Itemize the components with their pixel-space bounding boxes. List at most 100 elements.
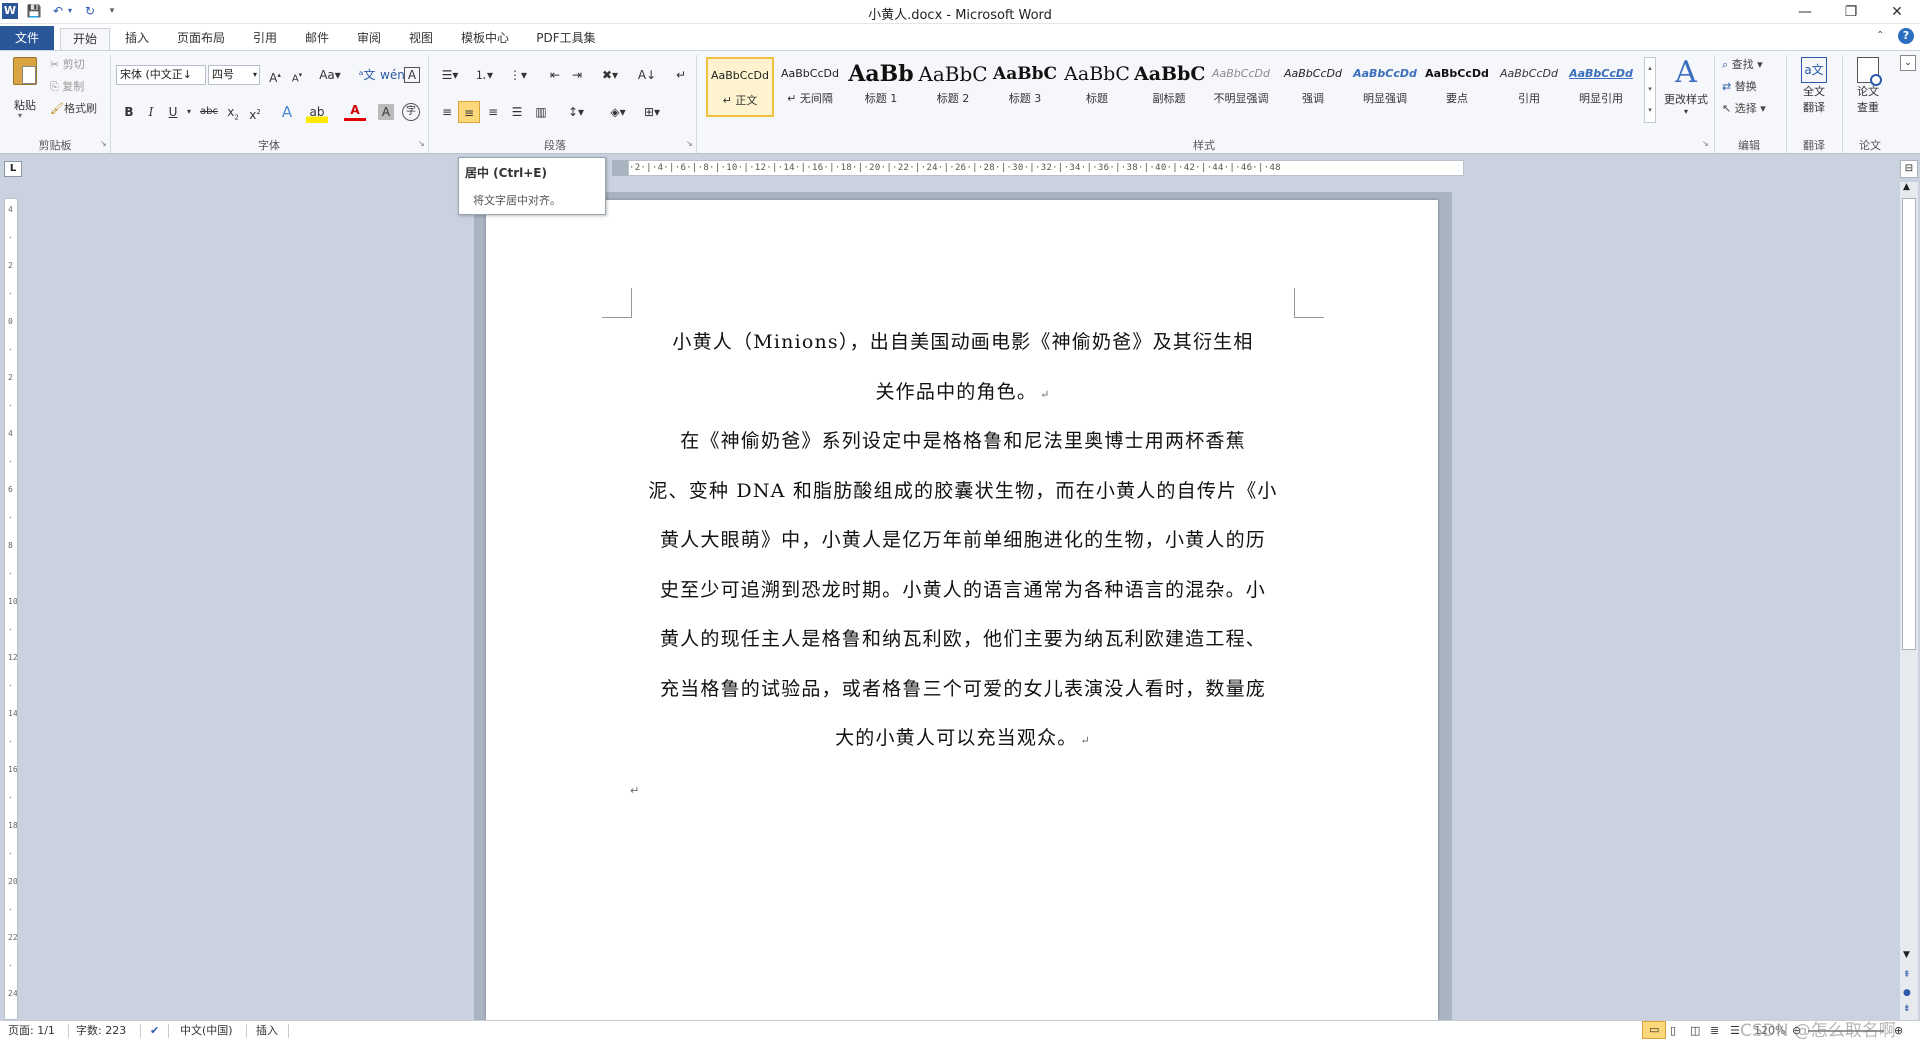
full-text-translate-button[interactable]: a文 全文 翻译	[1792, 57, 1836, 115]
tab-view[interactable]: 视图	[400, 28, 442, 50]
word-count[interactable]: 字数: 223	[70, 1021, 132, 1040]
close-button[interactable]: ✕	[1874, 0, 1920, 24]
font-size-combo[interactable]: 四号 ▾	[208, 65, 260, 85]
tab-references[interactable]: 引用	[244, 28, 286, 50]
select-browse-object-icon[interactable]: ●	[1903, 988, 1911, 998]
subscript-icon[interactable]: x2	[222, 101, 244, 123]
multilevel-list-icon[interactable]: ⋮▾	[504, 64, 532, 86]
align-center-icon[interactable]: ≡	[458, 101, 480, 123]
print-layout-icon[interactable]: ▭	[1642, 1021, 1667, 1039]
language-indicator[interactable]: 中文(中国)	[174, 1021, 239, 1040]
align-right-icon[interactable]: ≡	[482, 101, 504, 123]
text-effects-icon[interactable]: A	[276, 101, 298, 123]
style-8[interactable]: AaBbCcDd 强调	[1278, 57, 1348, 117]
highlight-icon[interactable]: ab	[306, 101, 328, 123]
style-9[interactable]: AaBbCcDd 明显强调	[1350, 57, 1420, 117]
paragraph-launcher-icon[interactable]: ↘	[686, 139, 693, 148]
tab-file[interactable]: 文件	[0, 26, 54, 50]
replace-button[interactable]: ⇄ 替换	[1722, 77, 1757, 97]
vertical-ruler[interactable]: 4·2·0·2·4·6·8·10·12·14·16·18·20·22·24·	[4, 198, 18, 1020]
next-page-icon[interactable]: ⇟	[1903, 1004, 1911, 1014]
pinyin-guide-icon[interactable]: ᵃ文	[356, 64, 378, 86]
tab-selector[interactable]: L	[4, 161, 22, 177]
restore-button[interactable]: ❐	[1828, 0, 1874, 24]
cut-button[interactable]: ✂ 剪切	[50, 55, 85, 75]
document-paragraph[interactable]: 在《神偷奶爸》系列设定中是格格鲁和尼法里奥博士用两杯香蕉 泥、变种 DNA 和脂肪…	[632, 417, 1294, 766]
style-1[interactable]: AaBbCcDd ↵ 无间隔	[776, 57, 844, 117]
show-marks-icon[interactable]: ↵	[670, 64, 692, 86]
decrease-indent-icon[interactable]: ⇤	[544, 64, 566, 86]
tab-pdf-tools[interactable]: PDF工具集	[530, 28, 602, 50]
style-4[interactable]: AaBbC 标题 3	[990, 57, 1060, 117]
style-11[interactable]: AaBbCcDd 引用	[1494, 57, 1564, 117]
grow-font-icon[interactable]: A▴	[264, 64, 286, 86]
style-7[interactable]: AaBbCcDd 不明显强调	[1206, 57, 1276, 117]
paste-dropdown-icon[interactable]: ▾	[18, 111, 22, 120]
proofing-icon[interactable]: ✔	[144, 1021, 165, 1040]
character-shading-icon[interactable]: A	[378, 104, 394, 120]
phonetic-icon[interactable]: wén	[380, 64, 405, 86]
style-10[interactable]: AaBbCcDd 要点	[1422, 57, 1492, 117]
bold-icon[interactable]: B	[118, 101, 140, 123]
style-5[interactable]: AaBbC 标题	[1062, 57, 1132, 117]
ribbon-options-icon[interactable]: ⌄	[1900, 55, 1916, 71]
styles-launcher-icon[interactable]: ↘	[1702, 139, 1709, 148]
borders-icon[interactable]: ⊞▾	[638, 101, 666, 123]
justify-icon[interactable]: ☰	[506, 101, 528, 123]
help-icon[interactable]: ?	[1898, 28, 1914, 44]
numbering-icon[interactable]: ⒈▾	[470, 64, 498, 86]
increase-indent-icon[interactable]: ⇥	[566, 64, 588, 86]
align-left-icon[interactable]: ≡	[436, 101, 458, 123]
style-12[interactable]: AaBbCcDd 明显引用	[1566, 57, 1636, 117]
collapse-ribbon-icon[interactable]: ⌃	[1876, 30, 1884, 41]
outline-view-icon[interactable]: ≣	[1704, 1021, 1725, 1040]
style-6[interactable]: AaBbC 副标题	[1134, 57, 1204, 117]
clipboard-launcher-icon[interactable]: ↘	[100, 139, 107, 148]
insert-mode-indicator[interactable]: 插入	[250, 1021, 284, 1040]
tab-template-center[interactable]: 模板中心	[452, 28, 518, 50]
change-case-icon[interactable]: Aa▾	[316, 64, 344, 86]
change-styles-button[interactable]: A 更改样式 ▾	[1662, 55, 1710, 133]
tab-page-layout[interactable]: 页面布局	[168, 28, 234, 50]
font-color-icon[interactable]: A	[344, 101, 366, 121]
shrink-font-icon[interactable]: A▾	[286, 64, 308, 86]
sort-icon[interactable]: A↓	[636, 64, 658, 86]
format-painter-button[interactable]: 🖌格式刷	[50, 99, 97, 119]
select-button[interactable]: ↖ 选择 ▾	[1722, 99, 1766, 119]
bullets-icon[interactable]: ☰▾	[436, 64, 464, 86]
paste-button[interactable]	[8, 57, 42, 97]
underline-dropdown-icon[interactable]: ▾	[178, 101, 200, 123]
horizontal-ruler[interactable]: ·2·|·4·|·6·|·8·|·10·|·12·|·14·|·16·|·18·…	[24, 160, 1920, 178]
find-button[interactable]: ⌕ 查找 ▾	[1722, 55, 1763, 75]
shading-icon[interactable]: ◈▾	[604, 101, 632, 123]
strikethrough-icon[interactable]: abc	[198, 101, 220, 123]
tab-review[interactable]: 审阅	[348, 28, 390, 50]
scroll-down-icon[interactable]: ▼	[1903, 950, 1910, 960]
enclose-characters-icon[interactable]: 字	[402, 103, 420, 121]
font-name-combo[interactable]: 宋体 (中文正↓	[116, 65, 206, 85]
character-border-icon[interactable]: A	[404, 67, 420, 83]
document-paragraph[interactable]: 小黄人（Minions），出自美国动画电影《神偷奶爸》及其衍生相 关作品中的角色。…	[632, 318, 1294, 419]
previous-page-icon[interactable]: ⇞	[1903, 970, 1911, 980]
view-ruler-icon[interactable]: ⊟	[1900, 160, 1918, 178]
line-spacing-icon[interactable]: ↕▾	[562, 101, 590, 123]
copy-button[interactable]: ⎘ 复制	[50, 77, 84, 97]
style-0[interactable]: AaBbCcDd ↵ 正文	[706, 57, 774, 117]
scrollbar-thumb[interactable]	[1902, 198, 1916, 650]
styles-scroll-icon[interactable]: ▴ ▾ ▾	[1644, 57, 1656, 123]
distributed-icon[interactable]: ▥	[530, 101, 552, 123]
page-indicator[interactable]: 页面: 1/1	[2, 1021, 61, 1040]
tab-mailings[interactable]: 邮件	[296, 28, 338, 50]
paper-check-button[interactable]: 论文 查重	[1846, 57, 1890, 115]
style-2[interactable]: AaBb 标题 1	[846, 57, 916, 117]
minimize-button[interactable]: —	[1782, 0, 1828, 24]
chinese-layout-icon[interactable]: ✖▾	[596, 64, 624, 86]
font-launcher-icon[interactable]: ↘	[418, 139, 425, 148]
full-screen-reading-icon[interactable]: ▯	[1664, 1021, 1682, 1040]
italic-icon[interactable]: I	[140, 101, 162, 123]
tab-insert[interactable]: 插入	[116, 28, 158, 50]
superscript-icon[interactable]: x2	[244, 101, 266, 123]
tab-home[interactable]: 开始	[60, 28, 110, 50]
scroll-up-icon[interactable]: ▲	[1903, 182, 1910, 192]
style-3[interactable]: AaBbC 标题 2	[918, 57, 988, 117]
